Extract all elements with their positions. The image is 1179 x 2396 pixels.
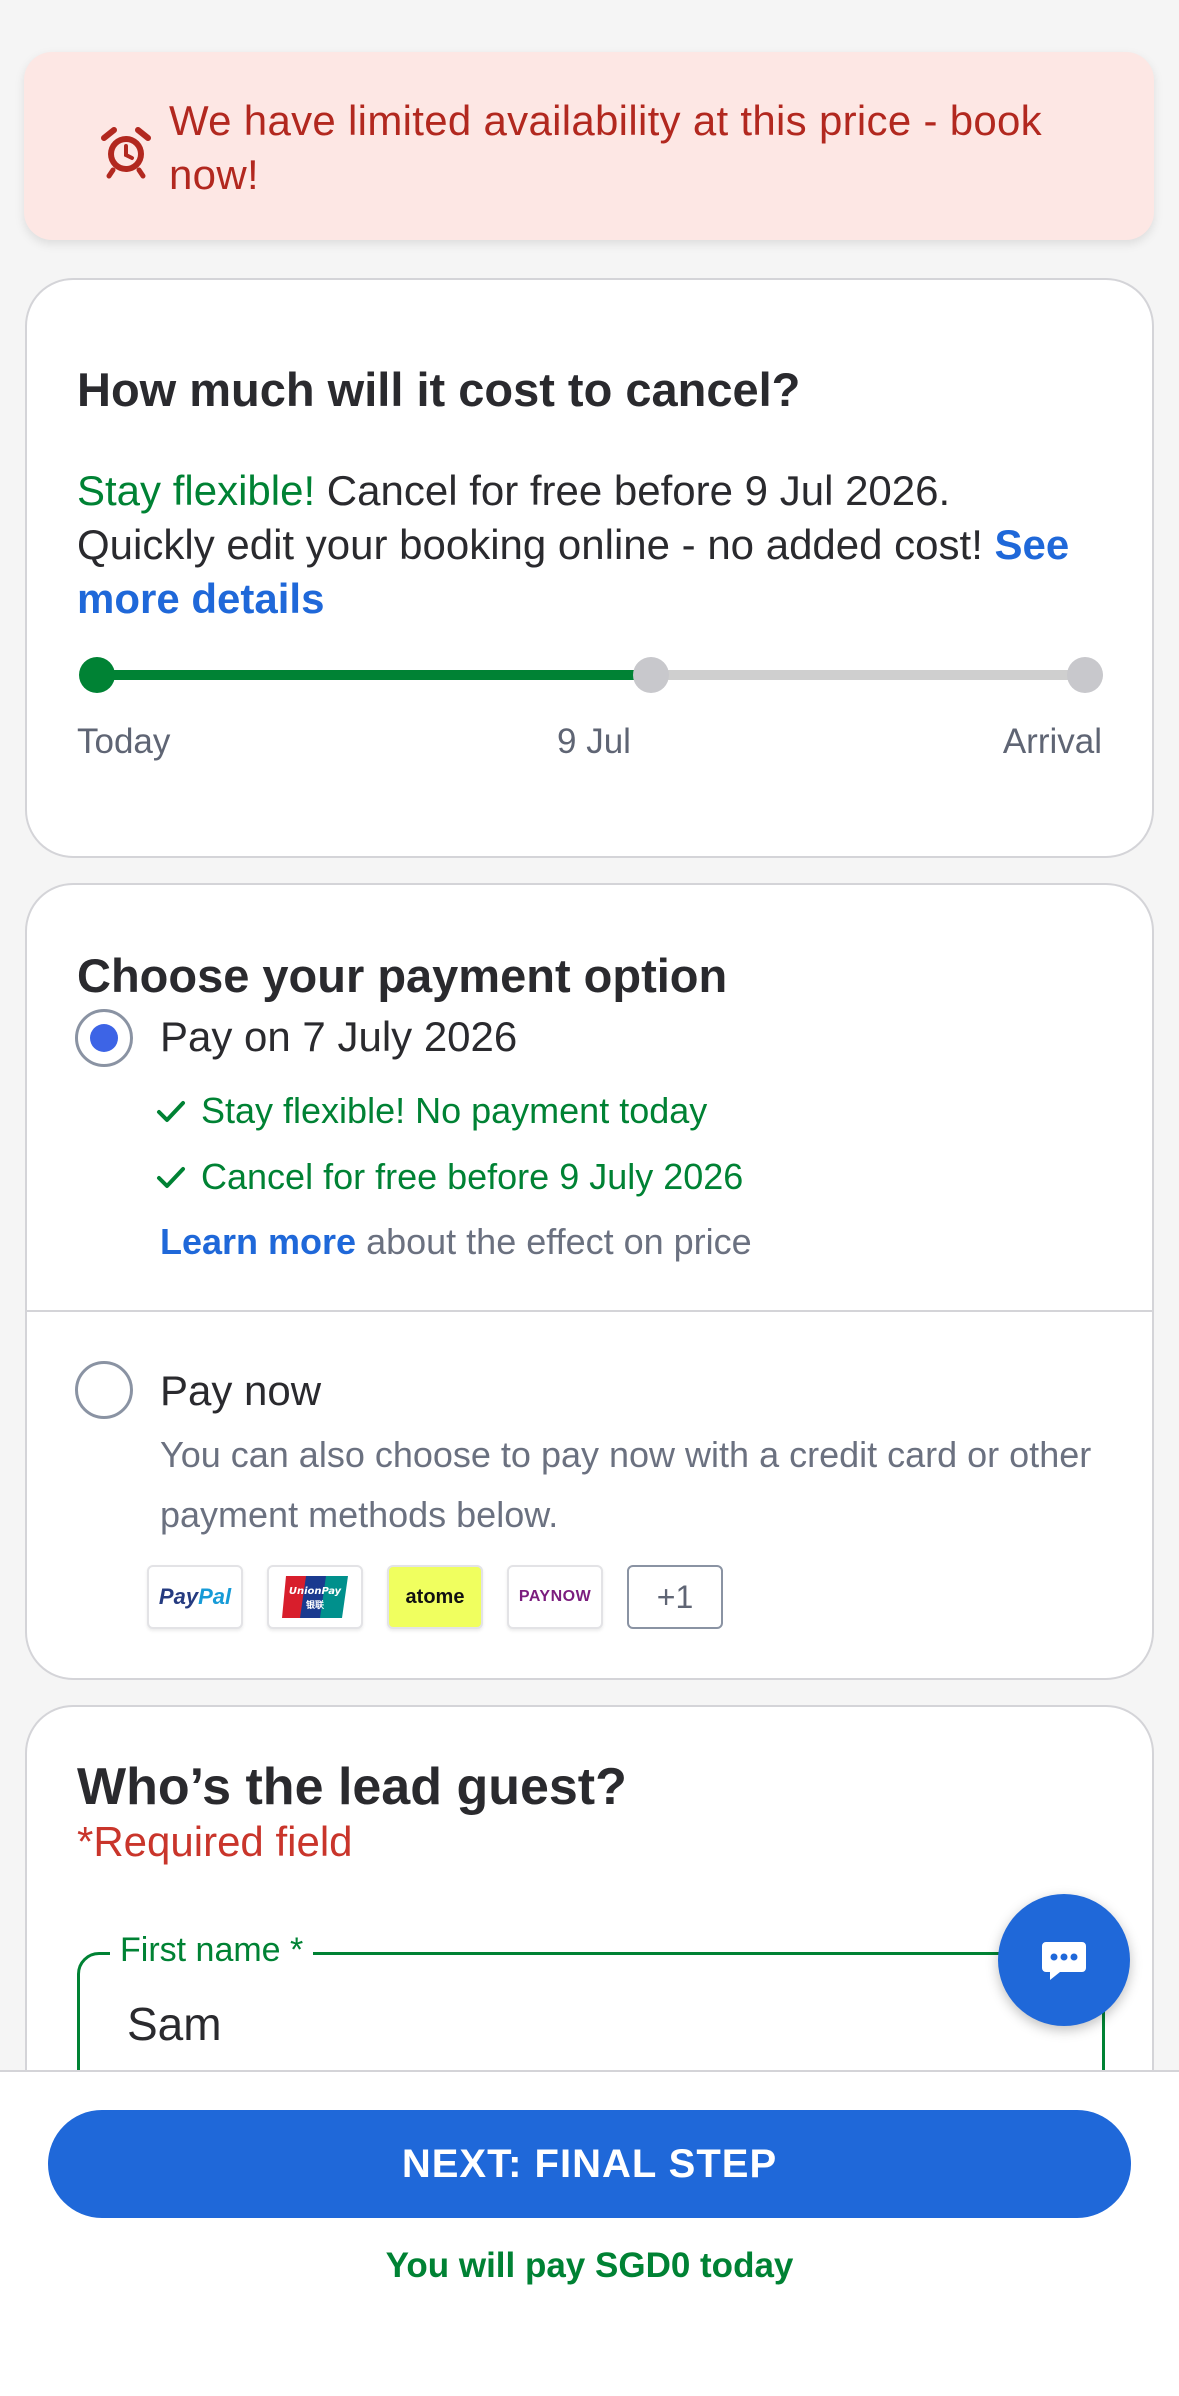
checkmark-icon [157, 1101, 185, 1122]
first-name-value[interactable]: Sam [127, 1997, 222, 2051]
chat-bubble-icon [1042, 1942, 1086, 1980]
learn-more-suffix: about the effect on price [356, 1221, 752, 1262]
payment-option-card: Choose your payment option Pay on 7 July… [25, 883, 1154, 1680]
paynow-logo: PAYNOW [507, 1565, 603, 1629]
cancellation-title: How much will it cost to cancel? [77, 363, 801, 416]
booking-page: We have limited availability at this pri… [0, 0, 1179, 2396]
limited-availability-alert: We have limited availability at this pri… [24, 52, 1154, 240]
chat-button[interactable] [998, 1894, 1130, 2026]
timeline-dot-today [79, 657, 115, 693]
learn-more-row: Learn more about the effect on price [160, 1221, 752, 1263]
cancellation-timeline [79, 657, 1103, 693]
timeline-progress [103, 670, 663, 680]
benefit-free-cancel: Cancel for free before 9 July 2026 [151, 1156, 743, 1198]
checkmark-icon [157, 1167, 185, 1188]
required-field-note: *Required field [77, 1818, 353, 1865]
learn-more-link[interactable]: Learn more [160, 1221, 356, 1262]
timeline-label-today: Today [77, 722, 171, 761]
pay-now-radio[interactable] [75, 1361, 133, 1419]
next-final-step-button[interactable]: NEXT: FINAL STEP [48, 2110, 1131, 2218]
option-divider [27, 1310, 1152, 1312]
payment-title: Choose your payment option [77, 949, 728, 1002]
unionpay-icon: UnionPay 银联 [282, 1576, 348, 1618]
timeline-label-deadline: 9 Jul [557, 722, 631, 761]
alarm-clock-icon [101, 127, 151, 179]
pay-now-label[interactable]: Pay now [160, 1367, 321, 1415]
cancellation-card: How much will it cost to cancel? Stay fl… [25, 278, 1154, 858]
benefit-text: Stay flexible! No payment today [201, 1090, 708, 1131]
payment-methods: Pay Pal UnionPay 银联 atome PAYNOW +1 [147, 1565, 723, 1629]
cancellation-description: Stay flexible! Cancel for free before 9 … [77, 464, 1087, 626]
benefit-no-payment: Stay flexible! No payment today [151, 1090, 707, 1132]
benefit-text: Cancel for free before 9 July 2026 [201, 1156, 744, 1197]
timeline-dot-deadline [633, 657, 669, 693]
more-methods-badge[interactable]: +1 [627, 1565, 723, 1629]
first-name-label: First name * [110, 1931, 314, 1970]
stay-flexible-text: Stay flexible! [77, 467, 316, 514]
svg-text:银联: 银联 [306, 1599, 325, 1611]
pay-now-description: You can also choose to pay now with a cr… [160, 1434, 1092, 1535]
pay-today-text: You will pay SGD0 today [385, 2246, 794, 2285]
paypal-logo: Pay Pal [147, 1565, 243, 1629]
pay-later-label[interactable]: Pay on 7 July 2026 [160, 1013, 517, 1061]
bottom-action-bar: NEXT: FINAL STEP You will pay SGD0 today [0, 2070, 1179, 2396]
svg-text:UnionPay: UnionPay [289, 1586, 342, 1597]
timeline-label-arrival: Arrival [1002, 722, 1102, 761]
atome-logo: atome [387, 1565, 483, 1629]
pay-later-radio[interactable] [75, 1009, 133, 1067]
timeline-dot-arrival [1067, 657, 1103, 693]
lead-guest-title: Who’s the lead guest? [77, 1758, 627, 1816]
alert-text: We have limited availability at this pri… [169, 97, 1042, 198]
unionpay-logo: UnionPay 银联 [267, 1565, 363, 1629]
